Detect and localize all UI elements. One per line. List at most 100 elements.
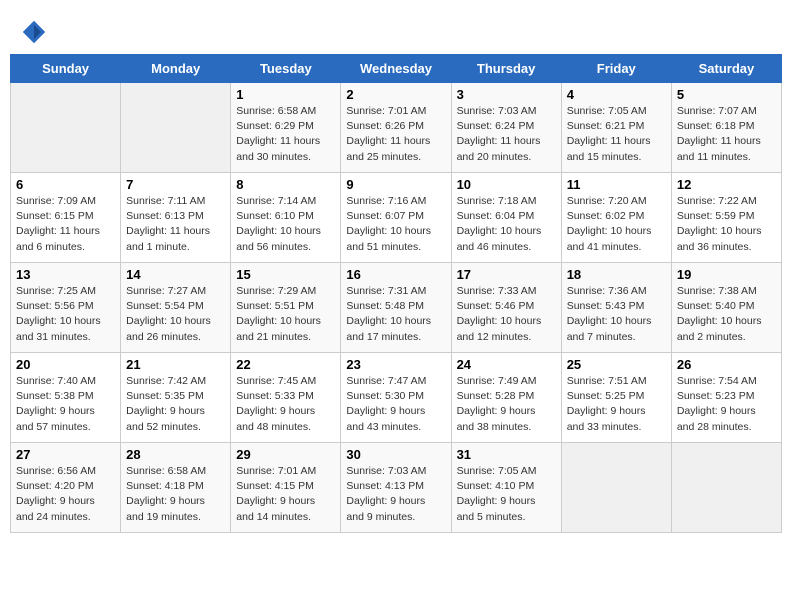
day-detail: Sunrise: 7:03 AM Sunset: 6:24 PM Dayligh…	[457, 104, 556, 165]
day-detail: Sunrise: 7:14 AM Sunset: 6:10 PM Dayligh…	[236, 194, 335, 255]
calendar-cell: 13 Sunrise: 7:25 AM Sunset: 5:56 PM Dayli…	[11, 263, 121, 353]
day-number: 9	[346, 177, 445, 192]
day-number: 25	[567, 357, 666, 372]
calendar-cell: 22Sunrise: 7:45 AM Sunset: 5:33 PM Dayli…	[231, 353, 341, 443]
calendar-cell: 10Sunrise: 7:18 AM Sunset: 6:04 PM Dayli…	[451, 173, 561, 263]
day-detail: Sunrise: 7:22 AM Sunset: 5:59 PM Dayligh…	[677, 194, 776, 255]
day-detail: Sunrise: 7:03 AM Sunset: 4:13 PM Dayligh…	[346, 464, 445, 525]
day-header-thursday: Thursday	[451, 55, 561, 83]
calendar-cell: 17 Sunrise: 7:33 AM Sunset: 5:46 PM Dayli…	[451, 263, 561, 353]
calendar-cell: 27Sunrise: 6:56 AM Sunset: 4:20 PM Dayli…	[11, 443, 121, 533]
day-number: 30	[346, 447, 445, 462]
week-row-4: 20 Sunrise: 7:40 AM Sunset: 5:38 PM Dayli…	[11, 353, 782, 443]
day-detail: Sunrise: 7:40 AM Sunset: 5:38 PM Dayligh…	[16, 374, 115, 435]
day-number: 20	[16, 357, 115, 372]
calendar-cell: 1Sunrise: 6:58 AM Sunset: 6:29 PM Daylig…	[231, 83, 341, 173]
day-detail: Sunrise: 7:42 AM Sunset: 5:35 PM Dayligh…	[126, 374, 225, 435]
day-number: 13	[16, 267, 115, 282]
calendar-cell	[671, 443, 781, 533]
calendar-cell: 3Sunrise: 7:03 AM Sunset: 6:24 PM Daylig…	[451, 83, 561, 173]
day-detail: Sunrise: 7:07 AM Sunset: 6:18 PM Dayligh…	[677, 104, 776, 165]
calendar-cell: 18 Sunrise: 7:36 AM Sunset: 5:43 PM Dayli…	[561, 263, 671, 353]
week-row-1: 1Sunrise: 6:58 AM Sunset: 6:29 PM Daylig…	[11, 83, 782, 173]
day-detail: Sunrise: 7:01 AM Sunset: 6:26 PM Dayligh…	[346, 104, 445, 165]
day-detail: Sunrise: 7:33 AM Sunset: 5:46 PM Dayligh…	[457, 284, 556, 345]
day-detail: Sunrise: 7:16 AM Sunset: 6:07 PM Dayligh…	[346, 194, 445, 255]
calendar-header-row: SundayMondayTuesdayWednesdayThursdayFrid…	[11, 55, 782, 83]
day-detail: Sunrise: 7:25 AM Sunset: 5:56 PM Dayligh…	[16, 284, 115, 345]
day-number: 6	[16, 177, 115, 192]
day-header-sunday: Sunday	[11, 55, 121, 83]
calendar-cell: 4 Sunrise: 7:05 AM Sunset: 6:21 PM Daylig…	[561, 83, 671, 173]
calendar-cell	[121, 83, 231, 173]
day-number: 5	[677, 87, 776, 102]
logo	[20, 18, 52, 46]
day-header-tuesday: Tuesday	[231, 55, 341, 83]
calendar-cell: 5 Sunrise: 7:07 AM Sunset: 6:18 PM Daylig…	[671, 83, 781, 173]
day-detail: Sunrise: 7:45 AM Sunset: 5:33 PM Dayligh…	[236, 374, 335, 435]
calendar-table: SundayMondayTuesdayWednesdayThursdayFrid…	[10, 54, 782, 533]
calendar-cell	[561, 443, 671, 533]
day-number: 1	[236, 87, 335, 102]
header	[10, 10, 782, 50]
calendar-cell	[11, 83, 121, 173]
calendar-cell: 7 Sunrise: 7:11 AM Sunset: 6:13 PM Daylig…	[121, 173, 231, 263]
calendar-cell: 9 Sunrise: 7:16 AM Sunset: 6:07 PM Daylig…	[341, 173, 451, 263]
day-number: 11	[567, 177, 666, 192]
day-detail: Sunrise: 7:09 AM Sunset: 6:15 PM Dayligh…	[16, 194, 115, 255]
calendar-cell: 31 Sunrise: 7:05 AM Sunset: 4:10 PM Dayli…	[451, 443, 561, 533]
day-number: 28	[126, 447, 225, 462]
calendar-cell: 30 Sunrise: 7:03 AM Sunset: 4:13 PM Dayli…	[341, 443, 451, 533]
day-detail: Sunrise: 7:11 AM Sunset: 6:13 PM Dayligh…	[126, 194, 225, 255]
day-detail: Sunrise: 7:05 AM Sunset: 6:21 PM Dayligh…	[567, 104, 666, 165]
calendar-cell: 26 Sunrise: 7:54 AM Sunset: 5:23 PM Dayli…	[671, 353, 781, 443]
day-number: 7	[126, 177, 225, 192]
day-detail: Sunrise: 7:54 AM Sunset: 5:23 PM Dayligh…	[677, 374, 776, 435]
logo-icon	[20, 18, 48, 46]
day-number: 31	[457, 447, 556, 462]
day-number: 24	[457, 357, 556, 372]
day-number: 12	[677, 177, 776, 192]
day-number: 4	[567, 87, 666, 102]
day-number: 17	[457, 267, 556, 282]
calendar-cell: 20 Sunrise: 7:40 AM Sunset: 5:38 PM Dayli…	[11, 353, 121, 443]
day-header-wednesday: Wednesday	[341, 55, 451, 83]
day-number: 8	[236, 177, 335, 192]
day-detail: Sunrise: 7:31 AM Sunset: 5:48 PM Dayligh…	[346, 284, 445, 345]
day-number: 10	[457, 177, 556, 192]
week-row-5: 27Sunrise: 6:56 AM Sunset: 4:20 PM Dayli…	[11, 443, 782, 533]
day-number: 23	[346, 357, 445, 372]
calendar-cell: 21 Sunrise: 7:42 AM Sunset: 5:35 PM Dayli…	[121, 353, 231, 443]
day-number: 2	[346, 87, 445, 102]
calendar-cell: 6 Sunrise: 7:09 AM Sunset: 6:15 PM Daylig…	[11, 173, 121, 263]
calendar-cell: 2 Sunrise: 7:01 AM Sunset: 6:26 PM Daylig…	[341, 83, 451, 173]
day-header-monday: Monday	[121, 55, 231, 83]
calendar-cell: 29Sunrise: 7:01 AM Sunset: 4:15 PM Dayli…	[231, 443, 341, 533]
calendar-cell: 12 Sunrise: 7:22 AM Sunset: 5:59 PM Dayli…	[671, 173, 781, 263]
week-row-2: 6 Sunrise: 7:09 AM Sunset: 6:15 PM Daylig…	[11, 173, 782, 263]
calendar-cell: 16 Sunrise: 7:31 AM Sunset: 5:48 PM Dayli…	[341, 263, 451, 353]
day-detail: Sunrise: 7:47 AM Sunset: 5:30 PM Dayligh…	[346, 374, 445, 435]
day-number: 19	[677, 267, 776, 282]
calendar-cell: 19Sunrise: 7:38 AM Sunset: 5:40 PM Dayli…	[671, 263, 781, 353]
day-detail: Sunrise: 6:56 AM Sunset: 4:20 PM Dayligh…	[16, 464, 115, 525]
day-detail: Sunrise: 7:01 AM Sunset: 4:15 PM Dayligh…	[236, 464, 335, 525]
day-number: 18	[567, 267, 666, 282]
calendar-cell: 28Sunrise: 6:58 AM Sunset: 4:18 PM Dayli…	[121, 443, 231, 533]
calendar-cell: 23 Sunrise: 7:47 AM Sunset: 5:30 PM Dayli…	[341, 353, 451, 443]
day-detail: Sunrise: 7:49 AM Sunset: 5:28 PM Dayligh…	[457, 374, 556, 435]
calendar-cell: 8 Sunrise: 7:14 AM Sunset: 6:10 PM Daylig…	[231, 173, 341, 263]
day-number: 15	[236, 267, 335, 282]
day-detail: Sunrise: 7:36 AM Sunset: 5:43 PM Dayligh…	[567, 284, 666, 345]
calendar-cell: 15Sunrise: 7:29 AM Sunset: 5:51 PM Dayli…	[231, 263, 341, 353]
day-detail: Sunrise: 7:05 AM Sunset: 4:10 PM Dayligh…	[457, 464, 556, 525]
calendar-cell: 11 Sunrise: 7:20 AM Sunset: 6:02 PM Dayli…	[561, 173, 671, 263]
day-header-friday: Friday	[561, 55, 671, 83]
day-detail: Sunrise: 7:20 AM Sunset: 6:02 PM Dayligh…	[567, 194, 666, 255]
day-number: 26	[677, 357, 776, 372]
calendar-cell: 14Sunrise: 7:27 AM Sunset: 5:54 PM Dayli…	[121, 263, 231, 353]
day-detail: Sunrise: 7:51 AM Sunset: 5:25 PM Dayligh…	[567, 374, 666, 435]
day-number: 14	[126, 267, 225, 282]
day-number: 16	[346, 267, 445, 282]
day-number: 21	[126, 357, 225, 372]
